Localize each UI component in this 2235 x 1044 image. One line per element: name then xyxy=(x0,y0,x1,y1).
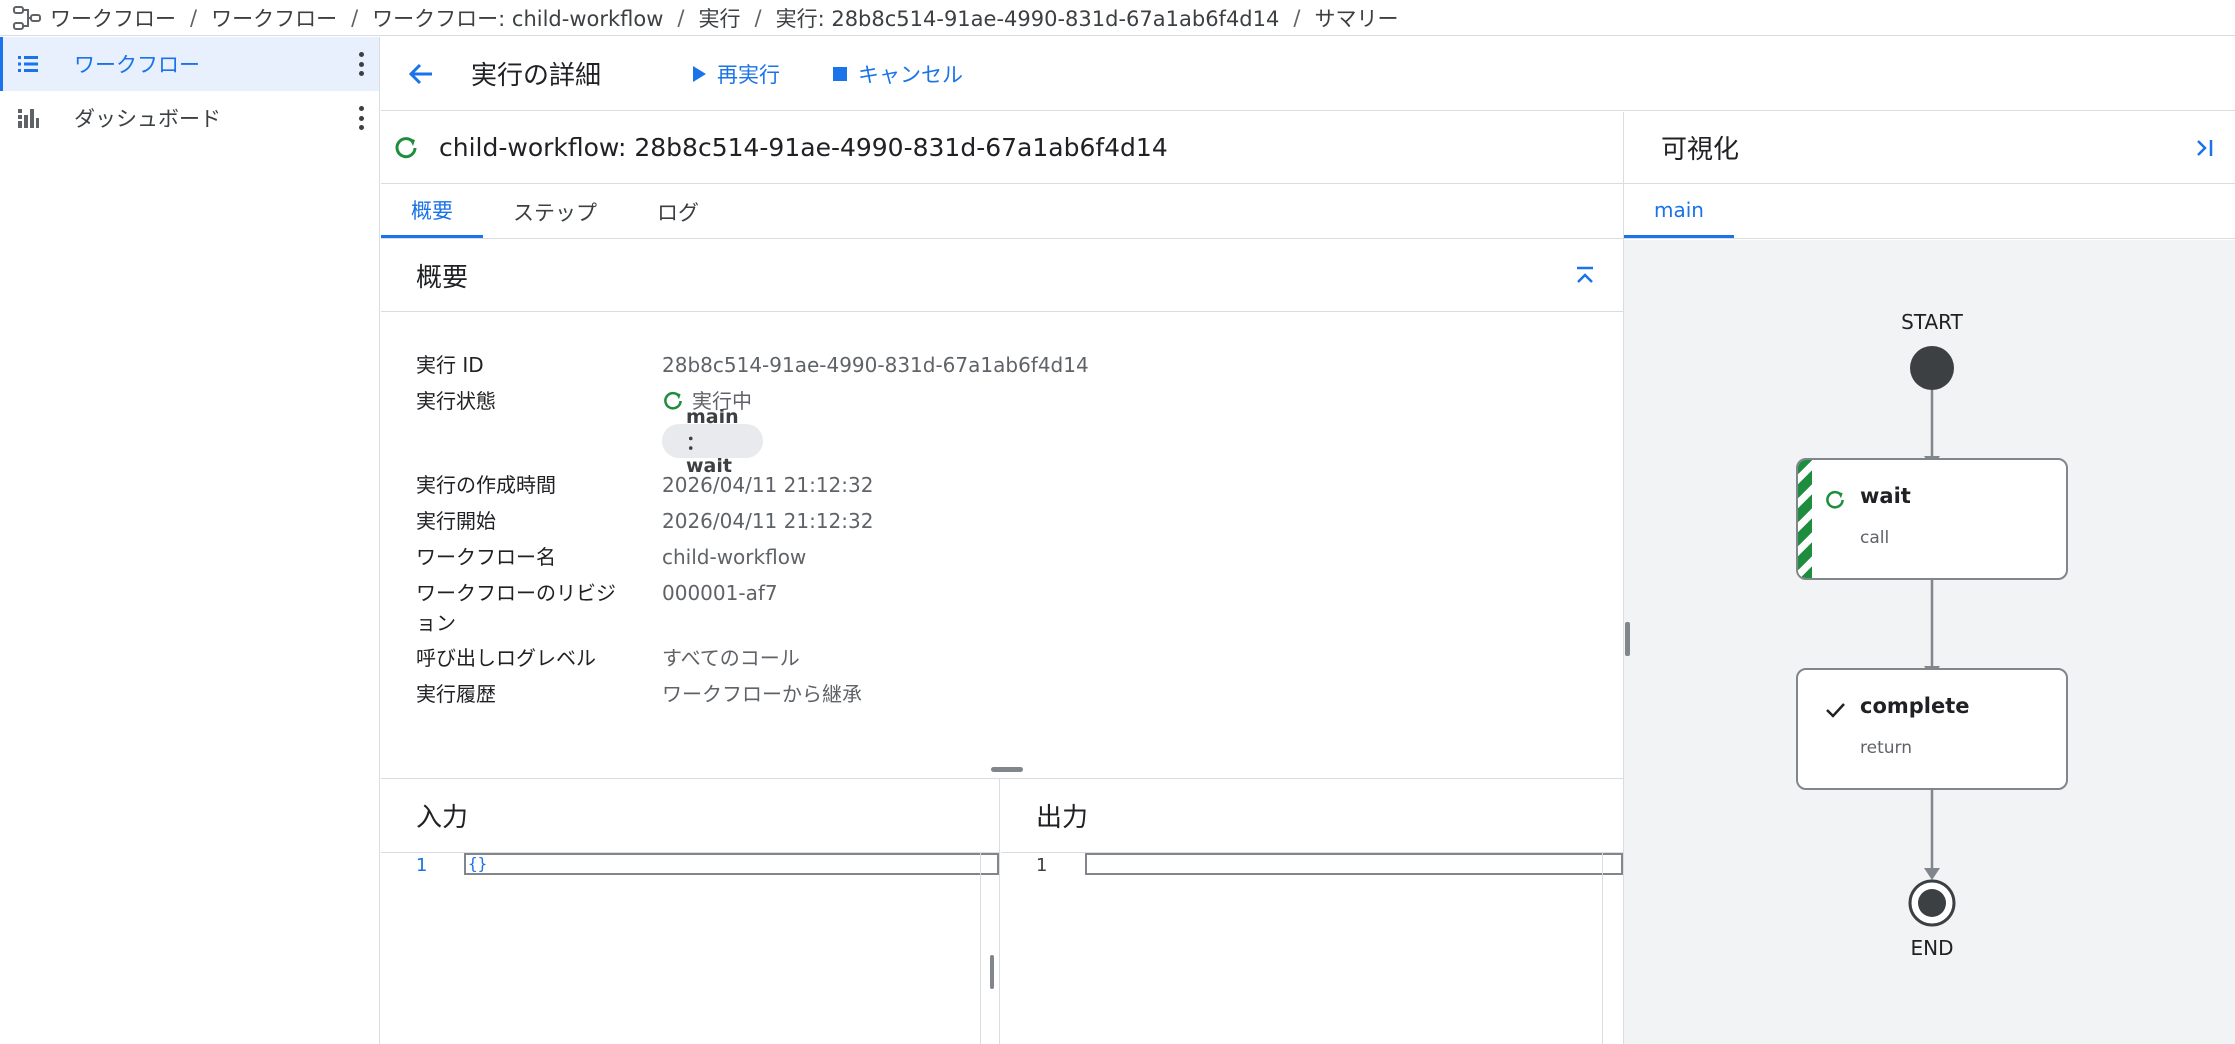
prop-label: 実行状態 xyxy=(416,389,496,413)
cancel-button[interactable]: キャンセル xyxy=(832,59,963,89)
cancel-label: キャンセル xyxy=(858,62,964,87)
end-node-inner xyxy=(1918,889,1946,917)
visualization-panel: 可視化 main START wait call complete return… xyxy=(1623,112,2235,1044)
tab-logs[interactable]: ログ xyxy=(627,185,729,238)
prop-label: 実行履歴 xyxy=(416,682,496,706)
breadcrumb-separator: / xyxy=(190,5,198,30)
editor-scrollbar[interactable] xyxy=(980,853,981,1044)
breadcrumb-separator: / xyxy=(351,5,359,30)
resize-handle[interactable] xyxy=(990,955,994,989)
tab-main[interactable]: main xyxy=(1624,184,1734,238)
nav-item-label: ワークフロー xyxy=(74,53,200,77)
prop-label: 実行の作成時間 xyxy=(416,473,556,497)
more-vert-icon[interactable] xyxy=(357,106,365,130)
execution-name: child-workflow: 28b8c514-91ae-4990-831d-… xyxy=(439,133,1168,162)
nav-item-label: ダッシュボード xyxy=(74,107,221,131)
breadcrumb-separator: / xyxy=(754,5,762,30)
nav-item-dashboard[interactable]: ダッシュボード xyxy=(0,91,379,145)
step-name: complete xyxy=(1860,694,1970,718)
running-stripe xyxy=(1798,460,1812,578)
tab-steps[interactable]: ステップ xyxy=(483,185,627,238)
overview-title: 概要 xyxy=(416,263,469,293)
prop-label: 実行 ID xyxy=(416,353,484,377)
page-title: 実行の詳細 xyxy=(471,61,602,91)
prop-label: 実行開始 xyxy=(416,509,496,533)
back-arrow-icon[interactable] xyxy=(401,54,441,94)
editor-scrollbar[interactable] xyxy=(1602,853,1603,1044)
prop-value: 2026/04/11 21:12:32 xyxy=(662,473,874,497)
visualization-title: 可視化 xyxy=(1661,135,1740,165)
toolbar: 実行の詳細 再実行 キャンセル xyxy=(381,37,2235,111)
execution-header: child-workflow: 28b8c514-91ae-4990-831d-… xyxy=(381,112,1623,184)
app-root: ワークフロー / ワークフロー / ワークフロー: child-workflow… xyxy=(0,0,2235,1044)
prop-value: child-workflow xyxy=(662,545,807,569)
start-label: START xyxy=(1901,310,1963,334)
breadcrumb: ワークフロー / ワークフロー / ワークフロー: child-workflow… xyxy=(0,0,2235,36)
rerun-button[interactable]: 再実行 xyxy=(691,59,780,89)
prop-label-line: ワークフローのリビジ xyxy=(416,581,616,605)
graph-edges xyxy=(1908,346,1956,927)
breadcrumb-current: サマリー xyxy=(1314,6,1399,31)
detail-tabs: 概要 ステップ ログ xyxy=(381,185,1623,239)
input-panel: 入力 1 {} xyxy=(381,779,1000,1044)
output-panel: 出力 1 xyxy=(1001,779,1623,1044)
prop-label: ワークフロー名 xyxy=(416,545,556,569)
breadcrumb-item[interactable]: ワークフロー: child-workflow xyxy=(372,3,663,33)
output-editor[interactable] xyxy=(1085,853,1623,875)
more-vert-icon[interactable] xyxy=(357,52,365,76)
breadcrumb-item[interactable]: ワークフロー xyxy=(211,3,337,33)
breadcrumb-item[interactable]: 実行: 28b8c514-91ae-4990-831d-67a1ab6f4d14 xyxy=(776,3,1280,33)
step-type: return xyxy=(1860,738,1912,758)
visualization-tabs: main xyxy=(1624,184,2235,239)
prop-label: ワークフローのリビジ ョン xyxy=(416,578,646,638)
current-step-chip: main ：wait xyxy=(662,406,763,477)
panel-resize-handle[interactable] xyxy=(1625,622,1630,656)
edge-arrow xyxy=(1924,868,1940,880)
play-icon xyxy=(691,65,707,83)
prop-value: ワークフローから継承 xyxy=(662,682,862,706)
stop-icon xyxy=(832,66,848,82)
left-nav: ワークフロー ダッシュボード xyxy=(0,37,380,1044)
breadcrumb-separator: / xyxy=(677,5,685,30)
list-icon xyxy=(16,52,40,76)
workflow-logo-icon xyxy=(12,5,42,31)
breadcrumb-separator: / xyxy=(1293,5,1301,30)
prop-value: 000001-af7 xyxy=(662,581,778,605)
resize-handle[interactable] xyxy=(991,767,1023,772)
output-title: 出力 xyxy=(1036,803,1089,833)
end-label: END xyxy=(1910,936,1954,960)
line-number: 1 xyxy=(416,855,428,876)
collapse-panel-icon[interactable] xyxy=(2193,137,2215,159)
running-status-icon xyxy=(662,390,684,412)
dashboard-icon xyxy=(16,106,40,130)
running-status-icon xyxy=(393,135,419,161)
step-name: wait xyxy=(1860,484,1911,508)
breadcrumb-item[interactable]: 実行 xyxy=(699,3,741,33)
start-node xyxy=(1910,346,1954,390)
rerun-label: 再実行 xyxy=(717,62,781,87)
prop-label: 呼び出しログレベル xyxy=(416,646,596,670)
prop-value: 28b8c514-91ae-4990-831d-67a1ab6f4d14 xyxy=(662,353,1089,377)
overview-header: 概要 xyxy=(381,240,1623,312)
input-title: 入力 xyxy=(416,803,469,833)
check-icon xyxy=(1824,699,1846,721)
prop-value: 2026/04/11 21:12:32 xyxy=(662,509,874,533)
prop-label-line: ョン xyxy=(416,611,456,635)
input-editor[interactable]: {} xyxy=(464,853,999,875)
collapse-icon[interactable] xyxy=(1573,264,1597,288)
workflow-graph: START wait call complete return END xyxy=(1624,240,2235,1044)
line-number: 1 xyxy=(1036,855,1048,876)
tab-overview[interactable]: 概要 xyxy=(381,185,483,238)
step-node-complete[interactable]: complete return xyxy=(1796,668,2068,790)
prop-value: すべてのコール xyxy=(662,646,800,670)
step-node-wait[interactable]: wait call xyxy=(1796,458,2068,580)
running-status-icon xyxy=(1824,489,1846,511)
step-type: call xyxy=(1860,528,1890,548)
nav-item-workflows[interactable]: ワークフロー xyxy=(0,37,379,91)
breadcrumb-item[interactable]: ワークフロー xyxy=(50,3,176,33)
visualization-header: 可視化 xyxy=(1624,112,2235,184)
